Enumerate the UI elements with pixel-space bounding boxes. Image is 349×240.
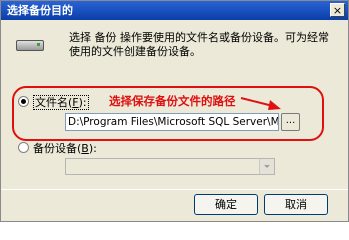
- chevron-down-icon[interactable]: [259, 159, 274, 174]
- dialog-description: 选择 备份 操作要使用的文件名或备份设备。可为经常使用的文件创建备份设备。: [69, 31, 329, 58]
- window-title: 选择备份目的: [7, 4, 73, 17]
- file-name-suffix: ):: [78, 96, 87, 109]
- divider: [1, 189, 348, 190]
- title-bar[interactable]: 选择备份目的 ×: [1, 1, 348, 20]
- close-button[interactable]: ×: [330, 3, 345, 17]
- file-name-label[interactable]: 文件名(F):: [33, 94, 89, 110]
- file-name-label-text: 文件名(: [35, 96, 73, 109]
- backup-device-label-text: 备份设备(: [33, 142, 82, 155]
- file-name-radio[interactable]: [18, 96, 29, 107]
- ok-button[interactable]: 确定: [194, 194, 258, 215]
- path-annotation: 选择保存备份文件的路径: [109, 94, 236, 108]
- dialog-window: 选择备份目的 × 选择 备份 操作要使用的文件名或备份设备。可为经常使用的文件创…: [0, 0, 349, 222]
- tape-drive-icon: [16, 40, 44, 51]
- browse-button[interactable]: ...: [281, 113, 300, 131]
- red-arrow-icon: [240, 97, 281, 110]
- backup-device-radio[interactable]: [18, 142, 29, 153]
- backup-device-label[interactable]: 备份设备(B):: [33, 140, 97, 156]
- backup-device-combo[interactable]: [65, 158, 275, 175]
- cancel-button[interactable]: 取消: [264, 194, 328, 215]
- backup-device-suffix: ):: [88, 142, 97, 155]
- close-icon: ×: [332, 4, 343, 17]
- file-path-input[interactable]: D:\Program Files\Microsoft SQL Server\MS…: [65, 113, 279, 131]
- backup-device-accel: B: [81, 142, 89, 155]
